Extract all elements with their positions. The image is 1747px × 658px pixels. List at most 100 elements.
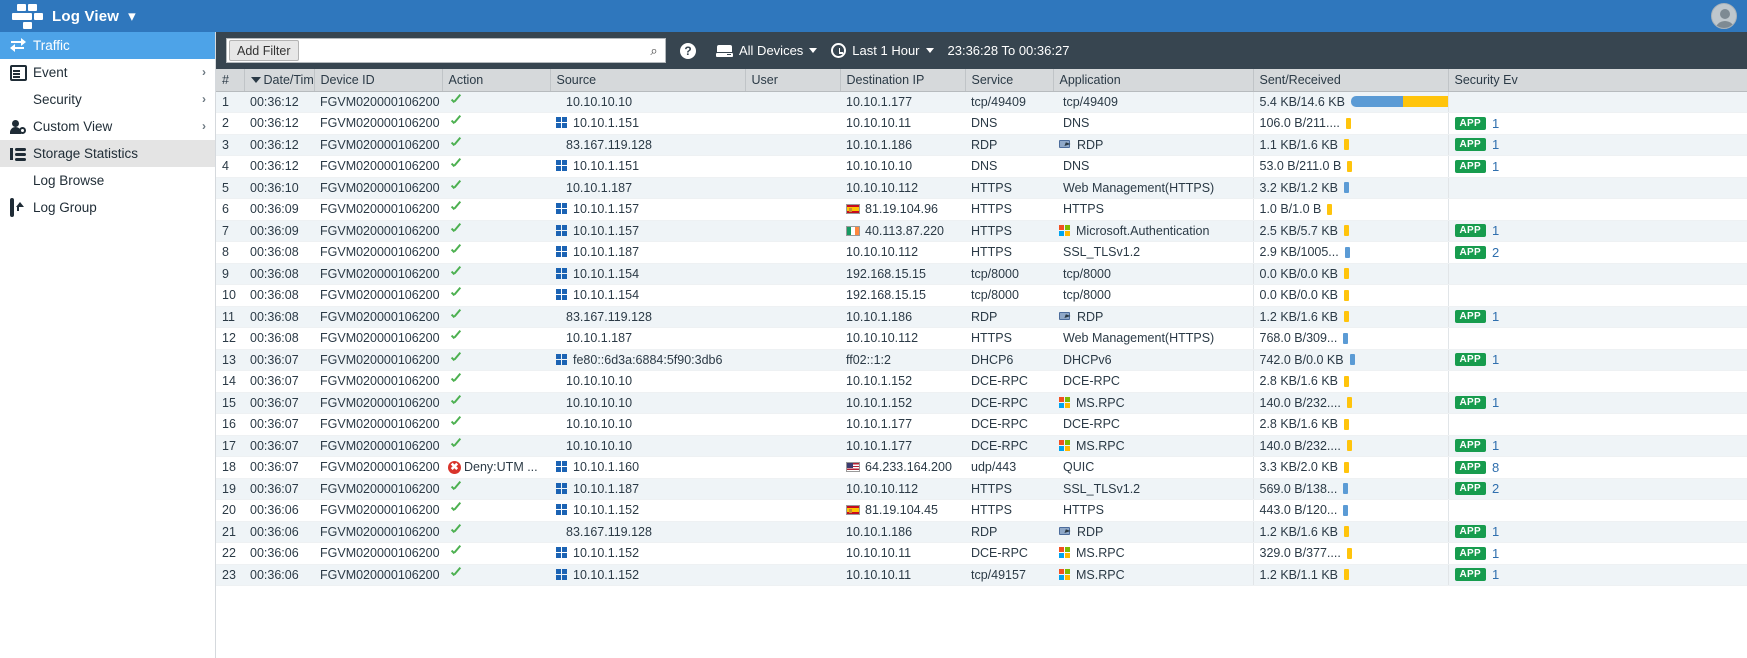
table-row[interactable]: 5 00:36:10 FGVM020000106200 10.10.1.187 10.1… — [216, 177, 1747, 199]
table-row[interactable]: 2 00:36:12 FGVM020000106200 10.10.1.151 10.1… — [216, 112, 1747, 135]
table-row[interactable]: 20 00:36:06 FGVM020000106200 10.10.1.152 81.… — [216, 499, 1747, 522]
cell-security-events — [1447, 91, 1747, 113]
cell-security-events — [1447, 327, 1747, 350]
traffic-bar — [1344, 461, 1350, 473]
cell-device-id: FGVM020000106200 — [314, 413, 442, 436]
cell-security-events — [1447, 370, 1747, 393]
allow-check-icon — [450, 311, 462, 323]
table-row[interactable]: 7 00:36:09 FGVM020000106200 10.10.1.157 40.1… — [216, 220, 1747, 242]
col-header-destination-ip[interactable]: Destination IP — [840, 69, 966, 92]
search-icon[interactable]: ⌕ — [643, 43, 665, 59]
windows-icon — [556, 224, 568, 237]
cell-sent-received: 140.0 B/232.... — [1252, 392, 1448, 414]
traffic-bar — [1343, 332, 1349, 344]
table-row[interactable]: 13 00:36:07 FGVM020000106200 fe80::6d3a:688… — [216, 349, 1747, 371]
sidebar-item-event[interactable]: Event › — [0, 59, 215, 86]
table-row[interactable]: 18 00:36:07 FGVM020000106200 ✖ Deny:UTM ... 1… — [216, 456, 1747, 479]
cell-number: 19 — [216, 478, 244, 500]
cell-application: DNS — [1053, 155, 1253, 178]
filter-input[interactable] — [298, 40, 643, 61]
table-row[interactable]: 21 00:36:06 FGVM020000106200 83.167.119.128… — [216, 521, 1747, 543]
cell-security-events: APP 1 — [1447, 392, 1747, 414]
filter-bar[interactable]: Add Filter ⌕ — [226, 38, 666, 63]
cell-user — [745, 349, 840, 371]
cell-service: tcp/49409 — [965, 91, 1053, 113]
help-button[interactable]: ? — [680, 42, 702, 59]
sidebar-item-log-browse[interactable]: Log Browse — [0, 167, 215, 194]
app-logo-icon — [10, 3, 44, 29]
cell-source: 10.10.1.152 — [550, 499, 745, 522]
col-header-sent-received[interactable]: Sent/Received — [1253, 69, 1449, 92]
allow-check-icon — [450, 332, 462, 344]
col-header-datetime[interactable]: Date/Time — [244, 69, 315, 92]
cell-action — [442, 177, 550, 199]
table-row[interactable]: 10 00:36:08 FGVM020000106200 10.10.1.154 192… — [216, 284, 1747, 307]
cell-user — [745, 198, 840, 221]
table-row[interactable]: 12 00:36:08 FGVM020000106200 10.10.1.187 10.… — [216, 327, 1747, 350]
user-avatar[interactable] — [1711, 3, 1737, 29]
cell-destination-ip: 81.19.104.45 — [840, 499, 965, 522]
microsoft-icon — [1059, 224, 1071, 237]
cell-application: MS.RPC — [1053, 392, 1253, 414]
cell-service: HTTPS — [965, 198, 1053, 221]
table-row[interactable]: 22 00:36:06 FGVM020000106200 10.10.1.152 10.… — [216, 542, 1747, 565]
table-row[interactable]: 11 00:36:08 FGVM020000106200 83.167.119.128… — [216, 306, 1747, 328]
cell-destination-ip: 40.113.87.220 — [840, 220, 965, 242]
col-header-service[interactable]: Service — [965, 69, 1054, 92]
col-header-device-id[interactable]: Device ID — [314, 69, 443, 92]
sidebar-item-storage-statistics[interactable]: Storage Statistics — [0, 140, 215, 167]
col-header-action[interactable]: Action — [442, 69, 551, 92]
table-row[interactable]: 9 00:36:08 FGVM020000106200 10.10.1.154 192.… — [216, 263, 1747, 285]
col-header-source[interactable]: Source — [550, 69, 746, 92]
traffic-bar — [1344, 375, 1350, 387]
col-header-user[interactable]: User — [745, 69, 841, 92]
action-label: Deny:UTM ... — [464, 460, 538, 475]
log-table-container[interactable]: # Date/Time Device ID Action Source User… — [216, 69, 1747, 658]
cell-number: 21 — [216, 521, 244, 543]
cell-number: 8 — [216, 241, 244, 264]
status-badge: APP — [1454, 310, 1486, 324]
table-row[interactable]: 15 00:36:07 FGVM020000106200 10.10.10.10 10.… — [216, 392, 1747, 414]
cell-security-events — [1447, 198, 1747, 221]
cell-datetime: 00:36:07 — [244, 392, 314, 414]
chevron-down-icon[interactable]: ▾ — [128, 7, 136, 25]
table-row[interactable]: 16 00:36:07 FGVM020000106200 10.10.10.10 10.… — [216, 413, 1747, 436]
table-row[interactable]: 3 00:36:12 FGVM020000106200 83.167.119.128 1… — [216, 134, 1747, 156]
table-row[interactable]: 6 00:36:09 FGVM020000106200 10.10.1.157 81.1… — [216, 198, 1747, 221]
allow-check-icon — [450, 397, 462, 409]
table-row[interactable]: 8 00:36:08 FGVM020000106200 10.10.1.187 10.1… — [216, 241, 1747, 264]
time-range-selector[interactable]: Last 1 Hour — [831, 43, 934, 58]
add-filter-button[interactable]: Add Filter — [229, 40, 299, 61]
table-row[interactable]: 4 00:36:12 FGVM020000106200 10.10.1.151 10.1… — [216, 155, 1747, 178]
microsoft-icon — [1059, 568, 1071, 581]
cell-user — [745, 370, 840, 393]
cell-number: 2 — [216, 112, 244, 135]
col-header-application[interactable]: Application — [1053, 69, 1254, 92]
windows-icon — [556, 117, 568, 129]
status-badge: APP — [1454, 159, 1486, 173]
col-header-number[interactable]: # — [216, 69, 245, 92]
sidebar-item-log-group[interactable]: Log Group — [0, 194, 215, 221]
cell-service: DCE-RPC — [965, 435, 1053, 457]
cell-device-id: FGVM020000106200 — [314, 91, 442, 113]
sidebar-item-security[interactable]: Security › — [0, 86, 215, 113]
table-row[interactable]: 23 00:36:06 FGVM020000106200 10.10.1.152 10.… — [216, 564, 1747, 586]
table-row[interactable]: 1 00:36:12 FGVM020000106200 10.10.10.10 10.1… — [216, 91, 1747, 113]
cell-action — [442, 435, 550, 457]
table-row[interactable]: 14 00:36:07 FGVM020000106200 10.10.10.10 10.… — [216, 370, 1747, 393]
traffic-bar — [1343, 504, 1349, 516]
cell-action — [442, 392, 550, 414]
table-row[interactable]: 19 00:36:07 FGVM020000106200 10.10.1.187 10.… — [216, 478, 1747, 500]
cell-sent-received: 0.0 KB/0.0 KB — [1252, 263, 1448, 285]
allow-check-icon — [450, 182, 462, 194]
cell-number: 18 — [216, 456, 244, 479]
sidebar-item-label: Custom View — [33, 119, 113, 134]
sidebar-item-custom-view[interactable]: Custom View › — [0, 113, 215, 140]
sidebar-item-traffic[interactable]: Traffic — [0, 32, 215, 59]
device-selector[interactable]: All Devices — [716, 43, 818, 58]
sidebar-item-label: Traffic — [33, 38, 70, 53]
cell-sent-received: 1.0 B/1.0 B — [1252, 198, 1448, 221]
cell-destination-ip: 10.10.1.152 — [840, 370, 965, 393]
col-header-security-events[interactable]: Security Ev — [1448, 69, 1747, 92]
table-row[interactable]: 17 00:36:07 FGVM020000106200 10.10.10.10 10.… — [216, 435, 1747, 457]
